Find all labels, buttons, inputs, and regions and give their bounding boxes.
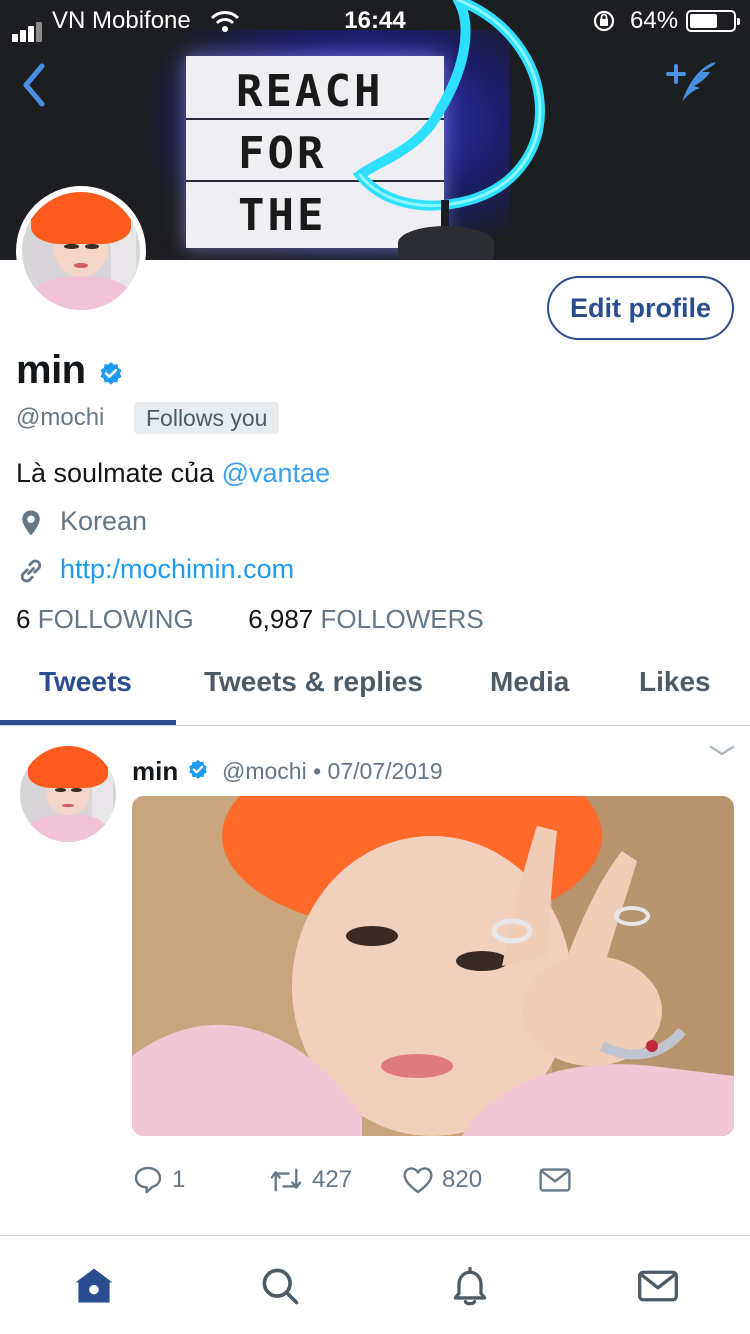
like-button[interactable]: 820 xyxy=(402,1164,482,1196)
reply-icon xyxy=(134,1166,162,1194)
mail-icon xyxy=(539,1168,571,1192)
chevron-down-icon[interactable] xyxy=(708,744,736,758)
profile-tabs: Tweets Tweets & replies Media Likes xyxy=(0,650,750,726)
bio-text: Là soulmate của xyxy=(16,458,222,488)
battery-icon xyxy=(686,10,740,32)
heart-icon xyxy=(403,1167,433,1194)
tweet-actions: 1 427 820 xyxy=(132,1164,732,1204)
profile-bio: Là soulmate của @vantae xyxy=(16,458,330,489)
tweet-author-name: min xyxy=(132,756,179,786)
lamp-base xyxy=(398,226,494,260)
share-via-dm-button[interactable] xyxy=(538,1164,580,1196)
profile-location: Korean xyxy=(16,506,147,538)
bottom-tab-bar xyxy=(0,1236,750,1334)
retweet-button[interactable]: 427 xyxy=(268,1164,352,1196)
notifications-icon[interactable] xyxy=(448,1264,492,1308)
tweet-item[interactable]: min @mochi • 07/07/2019 1 427 820 xyxy=(0,726,750,1236)
search-icon[interactable] xyxy=(258,1264,302,1308)
tab-tweets[interactable]: Tweets xyxy=(39,666,132,698)
tweet-photo[interactable] xyxy=(132,796,734,1136)
website-link[interactable]: http:/mochimin.com xyxy=(60,554,294,584)
profile-name: min xyxy=(16,348,86,392)
reply-count: 1 xyxy=(172,1166,186,1193)
verified-badge-icon xyxy=(100,362,122,385)
following-stat[interactable]: 6 FOLLOWING xyxy=(16,604,201,634)
home-icon[interactable] xyxy=(72,1264,116,1308)
edit-profile-button[interactable]: Edit profile xyxy=(547,276,734,340)
like-count: 820 xyxy=(442,1166,483,1193)
compose-tweet-button[interactable] xyxy=(664,56,724,108)
location-pin-icon xyxy=(22,510,40,536)
back-button[interactable] xyxy=(16,60,56,110)
following-count: 6 xyxy=(16,604,31,634)
retweet-count: 427 xyxy=(312,1166,353,1193)
battery-percent: 64% xyxy=(630,7,679,34)
status-bar: VN Mobifone 16:44 64% xyxy=(0,0,750,42)
active-tab-indicator xyxy=(0,720,176,725)
rotation-lock-icon xyxy=(593,10,615,32)
tab-likes[interactable]: Likes xyxy=(639,666,711,698)
followers-label: FOLLOWERS xyxy=(320,604,484,634)
location-text: Korean xyxy=(60,506,148,536)
tweet-avatar[interactable] xyxy=(20,746,116,842)
tweet-verified-badge-icon xyxy=(189,759,207,779)
followers-count: 6,987 xyxy=(248,604,314,634)
tweet-handle-date: @mochi • 07/07/2019 xyxy=(222,758,443,784)
profile-website[interactable]: http:/mochimin.com xyxy=(16,554,294,586)
tab-media[interactable]: Media xyxy=(490,666,569,698)
tweet-photo-illustration xyxy=(132,796,734,1136)
link-icon xyxy=(20,559,42,583)
reply-button[interactable]: 1 xyxy=(132,1164,185,1196)
profile-handle: @mochi xyxy=(16,404,105,431)
following-label: FOLLOWING xyxy=(37,604,194,634)
profile-avatar[interactable] xyxy=(16,186,146,316)
follow-counts: 6 FOLLOWING 6,987 FOLLOWERS xyxy=(16,604,484,635)
follows-you-badge: Follows you xyxy=(134,402,280,434)
messages-icon[interactable] xyxy=(636,1264,680,1308)
retweet-icon xyxy=(270,1168,302,1192)
tab-tweets-replies[interactable]: Tweets & replies xyxy=(204,666,423,698)
followers-stat[interactable]: 6,987 FOLLOWERS xyxy=(248,604,484,634)
bio-mention-link[interactable]: @vantae xyxy=(222,458,330,488)
